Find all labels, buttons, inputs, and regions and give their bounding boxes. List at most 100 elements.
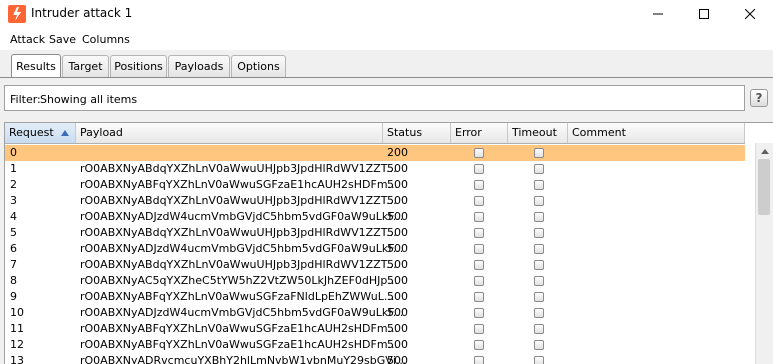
- cell-status: 500: [387, 290, 408, 303]
- close-icon: [745, 9, 755, 19]
- table-row[interactable]: 10 rO0ABXNyADJzdW4ucmVmbGVjdC5hbm5vdGF0aW…: [5, 305, 745, 321]
- cell-status: 500: [387, 194, 408, 207]
- minimize-button[interactable]: [635, 0, 681, 28]
- results-table: Request Payload Status Error Timeout Com…: [4, 122, 773, 364]
- cell-status: 500: [387, 210, 408, 223]
- table-row[interactable]: 12 rO0ABXNyABFqYXZhLnV0aWwuSGFzaE1hcAUH2s…: [5, 337, 745, 353]
- table-header: Request Payload Status Error Timeout Com…: [5, 123, 745, 144]
- cell-request: 5: [10, 226, 17, 239]
- menu-columns[interactable]: Columns: [82, 33, 130, 46]
- cell-request: 10: [10, 306, 24, 319]
- help-button[interactable]: ?: [750, 89, 768, 107]
- error-checkbox: [474, 180, 484, 190]
- error-checkbox: [474, 308, 484, 318]
- title-bar: Intruder attack 1: [0, 0, 773, 28]
- maximize-button[interactable]: [681, 0, 727, 28]
- cell-status: 500: [387, 274, 408, 287]
- column-header-timeout[interactable]: Timeout: [508, 123, 568, 143]
- cell-request: 3: [10, 194, 17, 207]
- close-button[interactable]: [727, 0, 773, 28]
- cell-status: 500: [387, 354, 408, 364]
- cell-payload: rO0ABXNyABdqYXZhLnV0aWwuUHJpb3JpdHlRdWV1…: [80, 162, 397, 175]
- minimize-icon: [653, 13, 663, 15]
- error-checkbox: [474, 324, 484, 334]
- table-row[interactable]: 13 rO0ABXNyADRvcmcuYXBhY2hlLmNvbW1vbnMuY2…: [5, 353, 745, 364]
- error-checkbox: [474, 244, 484, 254]
- error-checkbox: [474, 276, 484, 286]
- cell-payload: rO0ABXNyADJzdW4ucmVmbGVjdC5hbm5vdGF0aW9u…: [80, 306, 404, 319]
- cell-payload: rO0ABXNyAC5qYXZheC5tYW5hZ2VtZW50LkJhZEF0…: [80, 274, 398, 287]
- menu-attack[interactable]: Attack: [10, 33, 45, 46]
- tab-strip: Results Target Positions Payloads Option…: [0, 50, 773, 78]
- tab-target[interactable]: Target: [62, 55, 109, 77]
- cell-payload: rO0ABXNyADRvcmcuYXBhY2hlLmNvbW1vbnMuY29s…: [80, 354, 407, 364]
- table-row[interactable]: 2 rO0ABXNyABFqYXZhLnV0aWwuSGFzaE1hcAUH2sH…: [5, 177, 745, 193]
- table-row[interactable]: 3 rO0ABXNyABdqYXZhLnV0aWwuUHJpb3JpdHlRdWV…: [5, 193, 745, 209]
- cell-request: 1: [10, 162, 17, 175]
- cell-status: 500: [387, 322, 408, 335]
- tab-positions[interactable]: Positions: [110, 55, 167, 77]
- cell-request: 13: [10, 354, 24, 364]
- timeout-checkbox: [534, 148, 544, 158]
- table-row[interactable]: 7 rO0ABXNyABdqYXZhLnV0aWwuUHJpb3JpdHlRdWV…: [5, 257, 745, 273]
- timeout-checkbox: [534, 356, 544, 364]
- cell-request: 11: [10, 322, 24, 335]
- table-row[interactable]: 0 200: [5, 145, 745, 161]
- cell-status: 500: [387, 162, 408, 175]
- error-checkbox: [474, 340, 484, 350]
- tab-results[interactable]: Results: [11, 54, 61, 78]
- column-header-comment[interactable]: Comment: [568, 123, 745, 143]
- cell-payload: rO0ABXNyABFqYXZhLnV0aWwuSGFzaE1hcAUH2sHD…: [80, 178, 399, 191]
- scroll-up-button[interactable]: [756, 144, 773, 158]
- cell-payload: rO0ABXNyABdqYXZhLnV0aWwuUHJpb3JpdHlRdWV1…: [80, 258, 397, 271]
- timeout-checkbox: [534, 180, 544, 190]
- window-title: Intruder attack 1: [31, 6, 133, 20]
- timeout-checkbox: [534, 196, 544, 206]
- timeout-checkbox: [534, 260, 544, 270]
- table-row[interactable]: 1 rO0ABXNyABdqYXZhLnV0aWwuUHJpb3JpdHlRdWV…: [5, 161, 745, 177]
- timeout-checkbox: [534, 244, 544, 254]
- cell-status: 500: [387, 258, 408, 271]
- maximize-icon: [699, 9, 709, 19]
- column-header-request[interactable]: Request: [5, 123, 76, 143]
- timeout-checkbox: [534, 340, 544, 350]
- tab-options[interactable]: Options: [231, 55, 286, 77]
- vertical-scrollbar[interactable]: [755, 143, 773, 364]
- error-checkbox: [474, 356, 484, 364]
- sort-ascending-icon: [61, 130, 69, 136]
- filter-value: Showing all items: [40, 93, 138, 106]
- table-row[interactable]: 8 rO0ABXNyAC5qYXZheC5tYW5hZ2VtZW50LkJhZEF…: [5, 273, 745, 289]
- table-row[interactable]: 9 rO0ABXNyABFqYXZhLnV0aWwuSGFzaFNldLpEhZW…: [5, 289, 745, 305]
- cell-request: 6: [10, 242, 17, 255]
- timeout-checkbox: [534, 276, 544, 286]
- error-checkbox: [474, 148, 484, 158]
- column-header-status[interactable]: Status: [383, 123, 451, 143]
- table-row[interactable]: 5 rO0ABXNyABdqYXZhLnV0aWwuUHJpb3JpdHlRdWV…: [5, 225, 745, 241]
- timeout-checkbox: [534, 308, 544, 318]
- error-checkbox: [474, 196, 484, 206]
- cell-request: 0: [10, 146, 17, 159]
- error-checkbox: [474, 292, 484, 302]
- menu-bar: Attack Save Columns: [0, 28, 773, 50]
- tab-payloads[interactable]: Payloads: [168, 55, 230, 77]
- cell-status: 500: [387, 306, 408, 319]
- table-row[interactable]: 6 rO0ABXNyADJzdW4ucmVmbGVjdC5hbm5vdGF0aW9…: [5, 241, 745, 257]
- error-checkbox: [474, 212, 484, 222]
- column-header-error[interactable]: Error: [451, 123, 508, 143]
- table-row[interactable]: 11 rO0ABXNyABFqYXZhLnV0aWwuSGFzaE1hcAUH2s…: [5, 321, 745, 337]
- column-label-request: Request: [9, 126, 54, 139]
- filter-label: Filter:: [10, 93, 41, 106]
- cell-status: 200: [387, 146, 408, 159]
- cell-payload: rO0ABXNyADJzdW4ucmVmbGVjdC5hbm5vdGF0aW9u…: [80, 210, 404, 223]
- menu-save[interactable]: Save: [49, 33, 76, 46]
- filter-bar[interactable]: Filter: Showing all items: [4, 85, 745, 111]
- table-row[interactable]: 4 rO0ABXNyADJzdW4ucmVmbGVjdC5hbm5vdGF0aW9…: [5, 209, 745, 225]
- cell-status: 500: [387, 226, 408, 239]
- cell-status: 500: [387, 242, 408, 255]
- scrollbar-thumb[interactable]: [758, 159, 770, 215]
- error-checkbox: [474, 260, 484, 270]
- cell-request: 2: [10, 178, 17, 191]
- timeout-checkbox: [534, 164, 544, 174]
- timeout-checkbox: [534, 212, 544, 222]
- column-header-payload[interactable]: Payload: [76, 123, 383, 143]
